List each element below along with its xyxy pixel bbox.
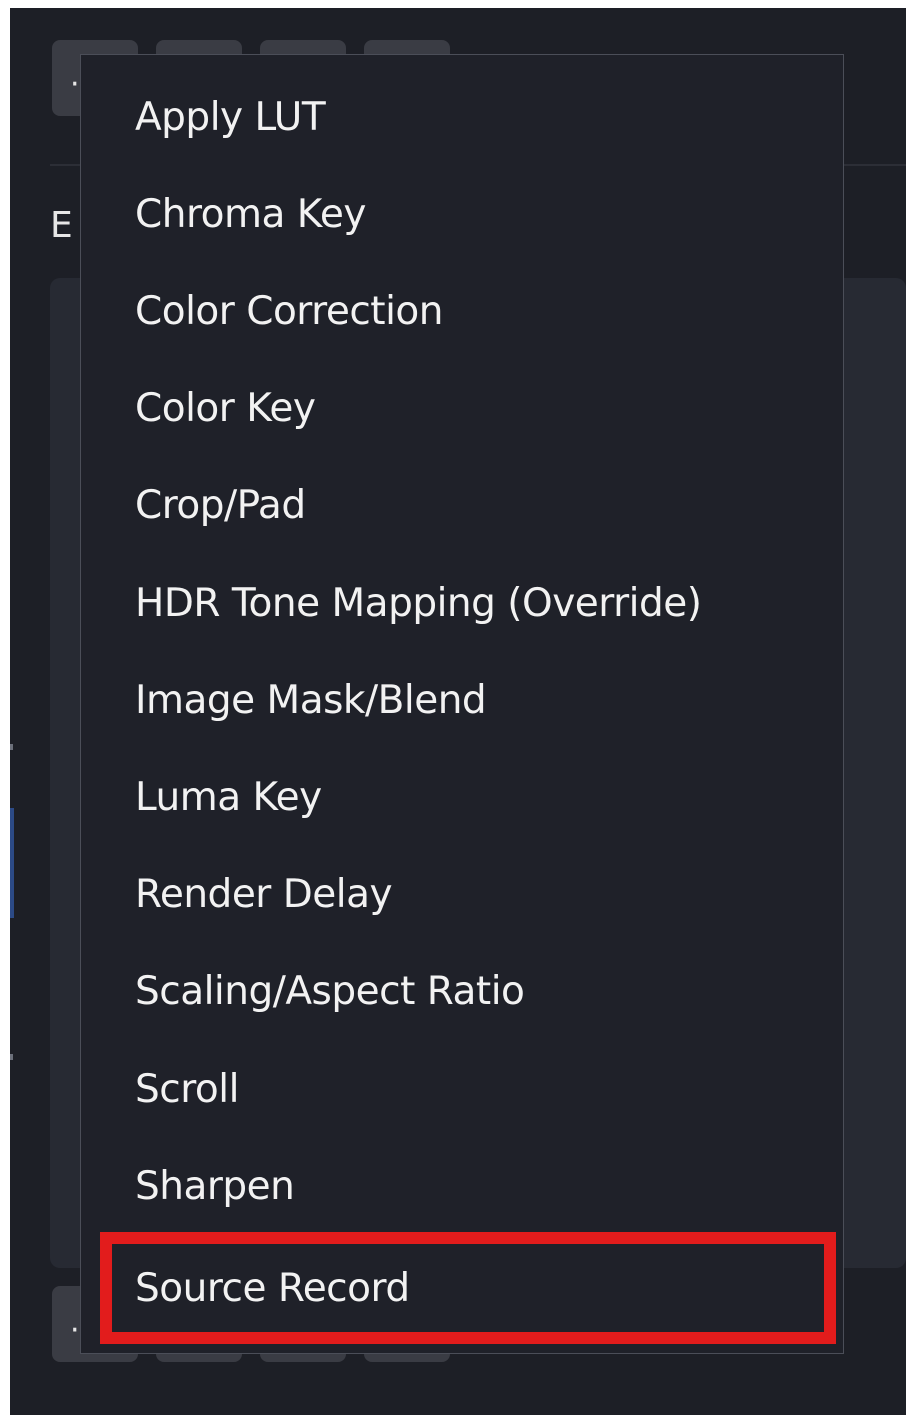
filters-dialog: · E · □ Apply LUT Chroma Key Color Corre…: [10, 8, 906, 1415]
menu-item-scaling-aspect-ratio[interactable]: Scaling/Aspect Ratio: [81, 943, 843, 1040]
menu-item-crop-pad[interactable]: Crop/Pad: [81, 457, 843, 554]
filter-context-menu: Apply LUT Chroma Key Color Correction Co…: [80, 54, 844, 1354]
menu-item-luma-key[interactable]: Luma Key: [81, 749, 843, 846]
plus-icon: ·: [70, 67, 80, 102]
menu-item-image-mask-blend[interactable]: Image Mask/Blend: [81, 652, 843, 749]
menu-item-color-correction[interactable]: Color Correction: [81, 263, 843, 360]
menu-item-apply-lut[interactable]: Apply LUT: [81, 69, 843, 166]
menu-item-sharpen[interactable]: Sharpen: [81, 1138, 843, 1235]
menu-item-chroma-key[interactable]: Chroma Key: [81, 166, 843, 263]
menu-item-scroll[interactable]: Scroll: [81, 1041, 843, 1138]
edge-tick: [10, 744, 13, 750]
menu-item-render-delay[interactable]: Render Delay: [81, 846, 843, 943]
menu-item-color-key[interactable]: Color Key: [81, 360, 843, 457]
plus-icon: ·: [70, 1313, 80, 1348]
effect-filters-label: E: [50, 206, 73, 246]
edge-selection-indicator: [10, 808, 14, 918]
edge-tick: [10, 1054, 13, 1060]
menu-item-hdr-tone-mapping[interactable]: HDR Tone Mapping (Override): [81, 555, 843, 652]
menu-item-source-record[interactable]: Source Record: [100, 1232, 836, 1344]
